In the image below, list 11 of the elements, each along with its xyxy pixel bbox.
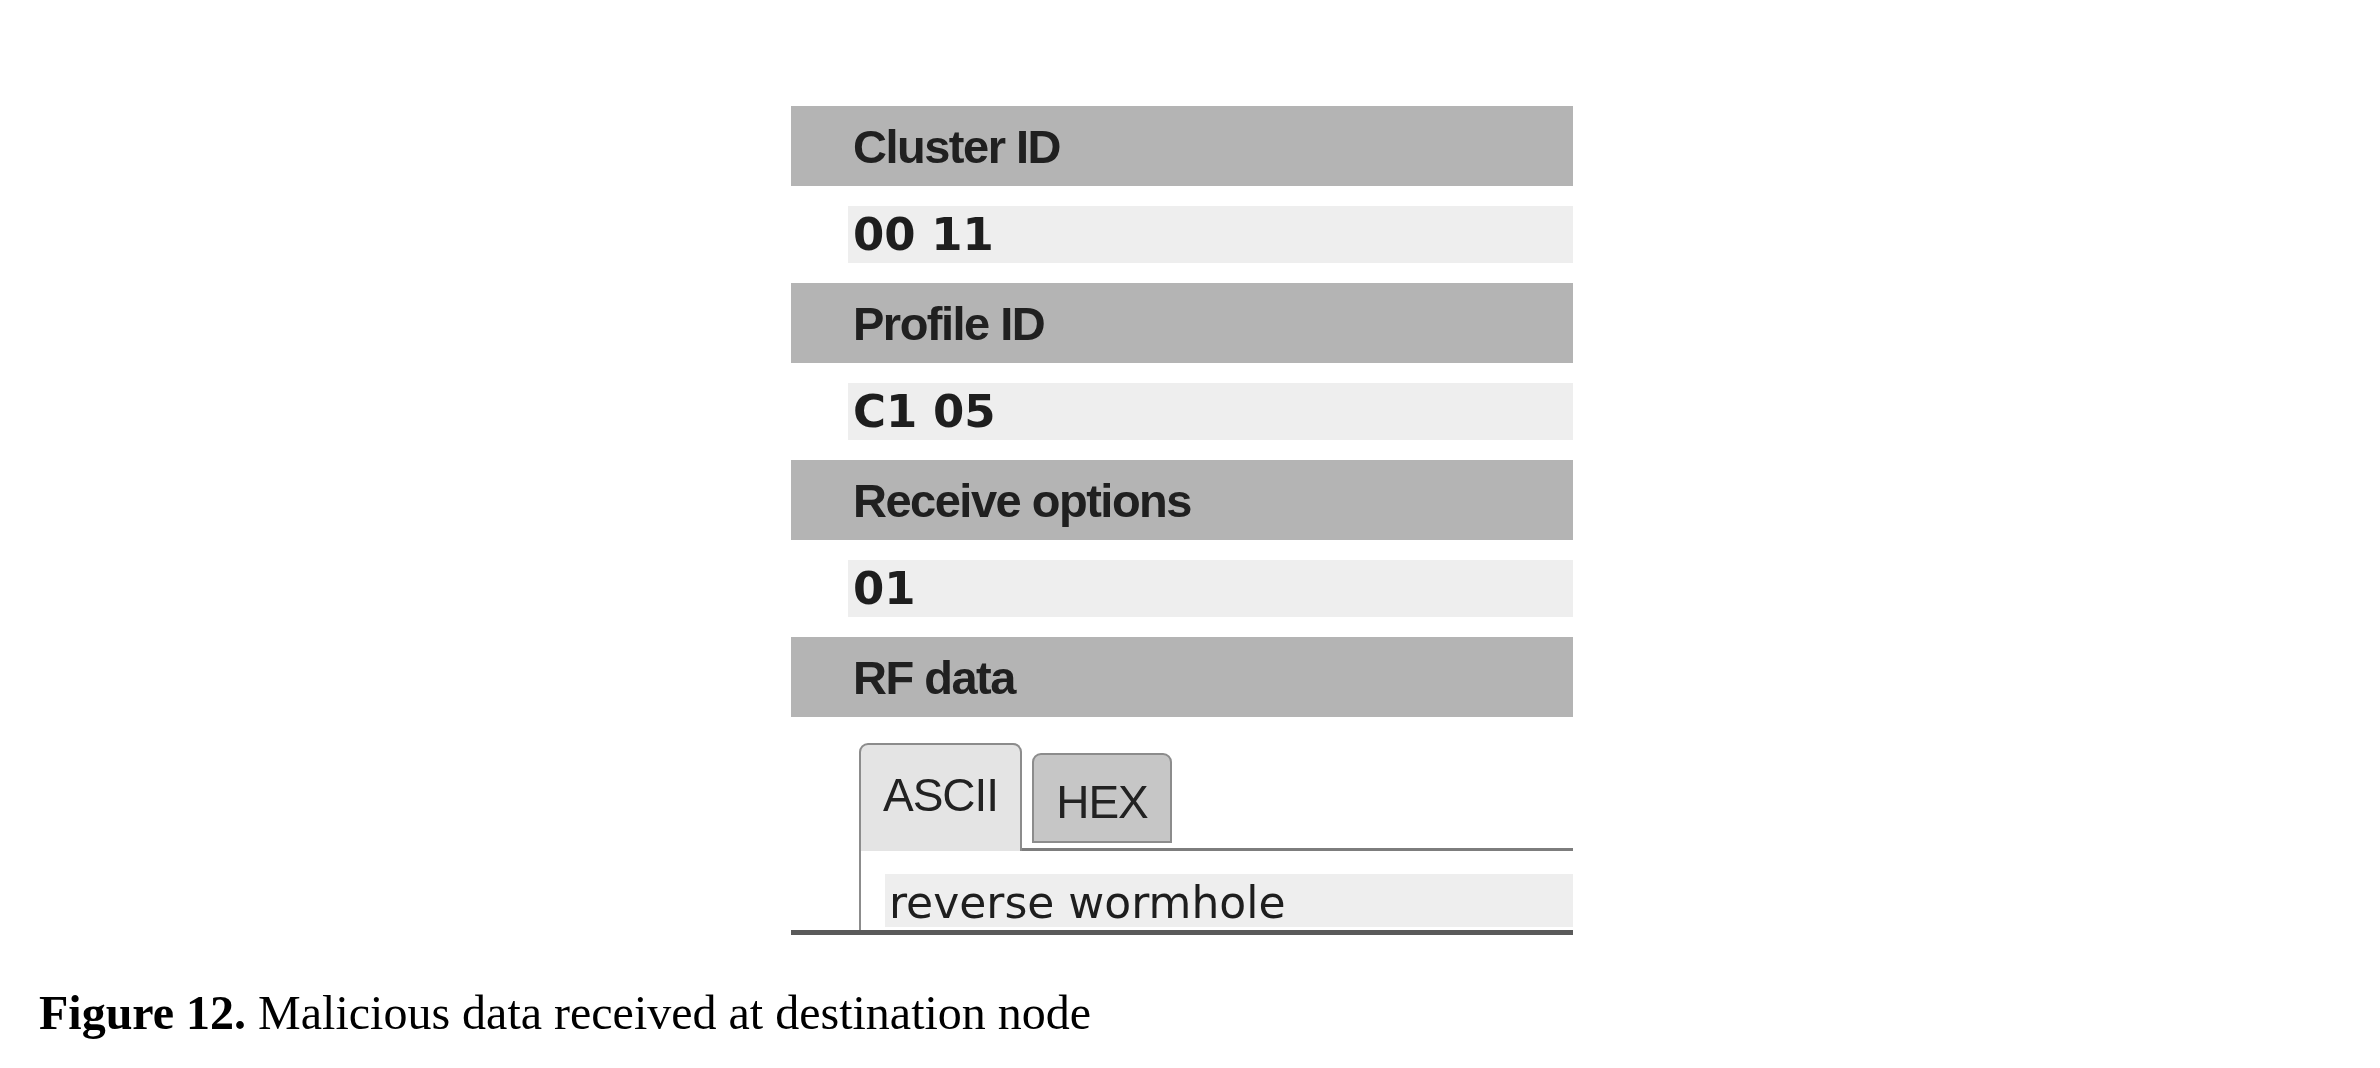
- field-header: RF data: [791, 637, 1573, 717]
- value-field: 00 11: [848, 206, 1573, 263]
- value-field: C1 05: [848, 383, 1573, 440]
- value-field: 01: [848, 560, 1573, 617]
- text-view: reverse wormhole: [885, 874, 1573, 927]
- field-header: Cluster ID: [791, 106, 1573, 186]
- field-header: Profile ID: [791, 283, 1573, 363]
- figure-caption: Figure 12. Malicious data received at destination node: [39, 985, 1092, 1040]
- tab[interactable]: ASCII: [859, 743, 1023, 851]
- field-header: Receive options: [791, 460, 1573, 540]
- tab[interactable]: HEX: [1032, 753, 1172, 843]
